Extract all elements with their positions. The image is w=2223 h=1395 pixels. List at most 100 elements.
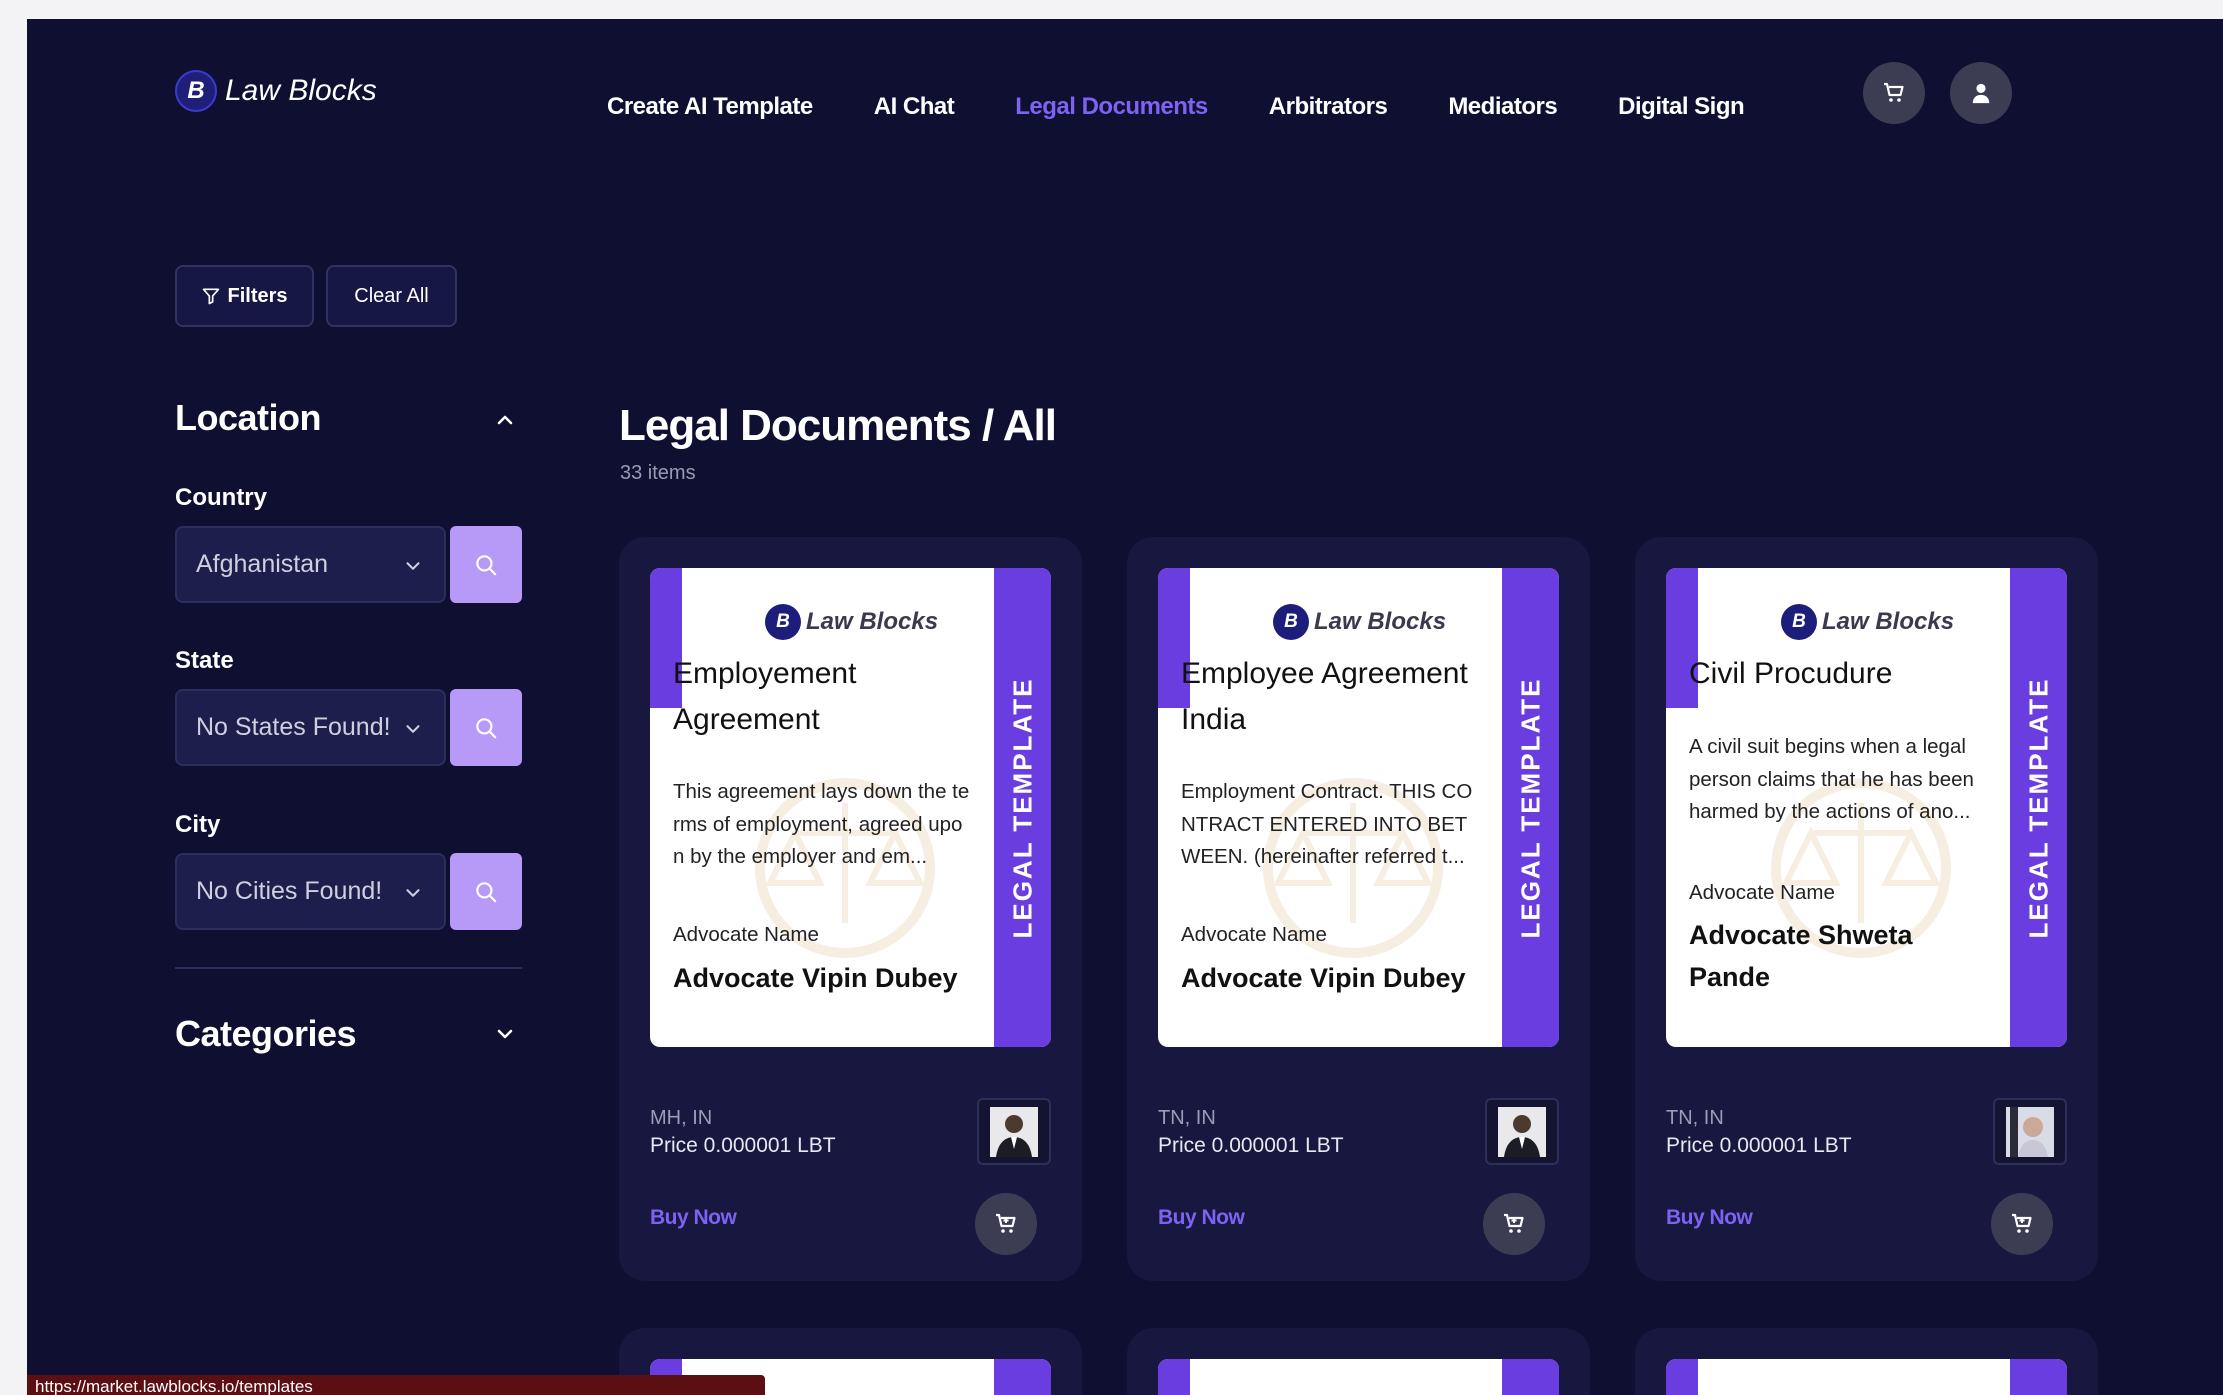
cart-icon [1504, 1213, 1524, 1233]
user-icon [1972, 83, 1990, 104]
document-card[interactable] [1127, 1328, 1590, 1395]
nav-create-ai-template[interactable]: Create AI Template [607, 93, 813, 121]
app-window: B Law Blocks Create AI Template AI Chat … [27, 19, 2223, 1395]
advocate-avatar[interactable] [1485, 1098, 1559, 1165]
advocate-label: Advocate Name [673, 923, 819, 946]
document-thumbnail[interactable] [1158, 1359, 1559, 1395]
filters-button[interactable]: Filters [175, 265, 314, 327]
city-select[interactable]: No Cities Found! [175, 853, 446, 930]
buy-now-link[interactable]: Buy Now [1666, 1206, 1753, 1230]
document-card[interactable]: B Law Blocks Employement Agreement This … [619, 537, 1082, 1281]
item-count: 33 items [620, 462, 696, 484]
add-to-cart-button[interactable] [975, 1193, 1037, 1255]
state-value: No States Found! [196, 713, 391, 741]
chevron-down-icon [406, 889, 420, 897]
chevron-down-icon [406, 725, 420, 733]
chevron-up-icon[interactable] [493, 408, 517, 432]
advocate-avatar[interactable] [977, 1098, 1051, 1165]
document-title: Employement Agreement [673, 657, 857, 736]
search-icon [476, 717, 497, 738]
country-value: Afghanistan [196, 550, 329, 578]
advocate-name: Advocate Vipin Dubey [1181, 963, 1466, 993]
legal-template-band: LEGAL TEMPLATE [1502, 568, 1559, 1047]
avatar-image [990, 1106, 1038, 1157]
buy-now-link[interactable]: Buy Now [650, 1206, 737, 1230]
nav-arbitrators[interactable]: Arbitrators [1269, 93, 1388, 121]
location-heading: Location [175, 397, 322, 438]
add-to-cart-button[interactable] [1991, 1193, 2053, 1255]
document-card[interactable]: B Law Blocks Employee Agreement India Em… [1127, 537, 1590, 1281]
state-select[interactable]: No States Found! [175, 689, 446, 766]
document-card[interactable]: B Law Blocks Civil Procudure A civil sui… [1635, 537, 2098, 1281]
thumb-brand: B Law Blocks [765, 604, 938, 640]
document-description: Employment Contract. THIS CONTRACT ENTER… [1181, 780, 1473, 868]
advocate-label: Advocate Name [1689, 881, 1835, 904]
categories-heading[interactable]: Categories [175, 1013, 357, 1055]
advocate-name: Advocate Shweta Pande [1689, 920, 1913, 992]
header-profile-button[interactable] [1950, 62, 2012, 124]
main-nav: Create AI Template AI Chat Legal Documen… [607, 93, 1805, 121]
legal-template-band: LEGAL TEMPLATE [994, 568, 1051, 1047]
state-label: State [175, 647, 234, 674]
avatar-image [2006, 1106, 2054, 1157]
thumb-brand: B Law Blocks [1781, 604, 1954, 640]
page-title: Legal Documents / All [619, 401, 1057, 450]
city-value: No Cities Found! [196, 877, 383, 905]
chevron-down-icon [406, 562, 420, 570]
nav-mediators[interactable]: Mediators [1448, 93, 1557, 121]
card-location: TN, IN [1158, 1107, 1216, 1129]
cart-icon [2012, 1213, 2032, 1233]
legal-template-band: LEGAL TEMPLATE [2010, 568, 2067, 1047]
document-description: A civil suit begins when a legal person … [1689, 735, 1974, 823]
legal-template-text: LEGAL TEMPLATE [1007, 676, 1037, 939]
chevron-down-icon[interactable] [493, 1022, 517, 1046]
card-price: Price 0.000001 LBT [650, 1134, 836, 1157]
country-select[interactable]: Afghanistan [175, 526, 446, 603]
cart-icon [996, 1213, 1016, 1233]
logo-mark-icon: B [175, 70, 217, 112]
nav-digital-sign[interactable]: Digital Sign [1618, 93, 1745, 121]
state-search-button[interactable] [450, 689, 522, 766]
logo-mark-icon: B [1273, 604, 1309, 640]
card-price: Price 0.000001 LBT [1666, 1134, 1852, 1157]
filters-label: Filters [227, 284, 288, 307]
card-location: TN, IN [1666, 1107, 1724, 1129]
buy-now-link[interactable]: Buy Now [1158, 1206, 1245, 1230]
document-thumbnail[interactable]: B Law Blocks Civil Procudure A civil sui… [1666, 568, 2067, 1047]
nav-legal-documents[interactable]: Legal Documents [1015, 93, 1208, 121]
city-search-button[interactable] [450, 853, 522, 930]
advocate-avatar[interactable] [1993, 1098, 2067, 1165]
document-card[interactable] [1635, 1328, 2098, 1395]
country-search-button[interactable] [450, 526, 522, 603]
legal-template-text: LEGAL TEMPLATE [1515, 676, 1545, 939]
document-thumbnail[interactable] [1666, 1359, 2067, 1395]
document-title: Employee Agreement India [1181, 657, 1468, 736]
avatar-image [1498, 1106, 1546, 1157]
legal-template-text: LEGAL TEMPLATE [2023, 676, 2053, 939]
search-icon [476, 554, 497, 575]
thumb-brand-name: Law Blocks [806, 608, 939, 635]
nav-ai-chat[interactable]: AI Chat [874, 93, 955, 121]
clear-all-button[interactable]: Clear All [326, 265, 457, 327]
document-title: Civil Procudure [1689, 657, 1893, 690]
search-icon [476, 881, 497, 902]
country-label: Country [175, 484, 267, 511]
legal-template-band [1502, 1359, 1559, 1395]
filter-icon [203, 288, 220, 305]
sidebar-divider [175, 967, 522, 969]
header-cart-button[interactable] [1863, 62, 1925, 124]
brand-logo[interactable]: B Law Blocks [175, 70, 377, 112]
advocate-label: Advocate Name [1181, 923, 1327, 946]
clear-all-label: Clear All [354, 284, 429, 307]
thumb-brand-name: Law Blocks [1822, 608, 1955, 635]
legal-template-band [994, 1359, 1051, 1395]
thumb-brand-name: Law Blocks [1314, 608, 1447, 635]
document-thumbnail[interactable]: B Law Blocks Employement Agreement This … [650, 568, 1051, 1047]
advocate-name: Advocate Vipin Dubey [673, 963, 958, 993]
add-to-cart-button[interactable] [1483, 1193, 1545, 1255]
card-location: MH, IN [650, 1107, 713, 1129]
thumb-accent [1666, 1359, 1698, 1395]
document-description: This agreement lays down the terms of em… [673, 780, 970, 868]
document-thumbnail[interactable]: B Law Blocks Employee Agreement India Em… [1158, 568, 1559, 1047]
legal-template-band [2010, 1359, 2067, 1395]
